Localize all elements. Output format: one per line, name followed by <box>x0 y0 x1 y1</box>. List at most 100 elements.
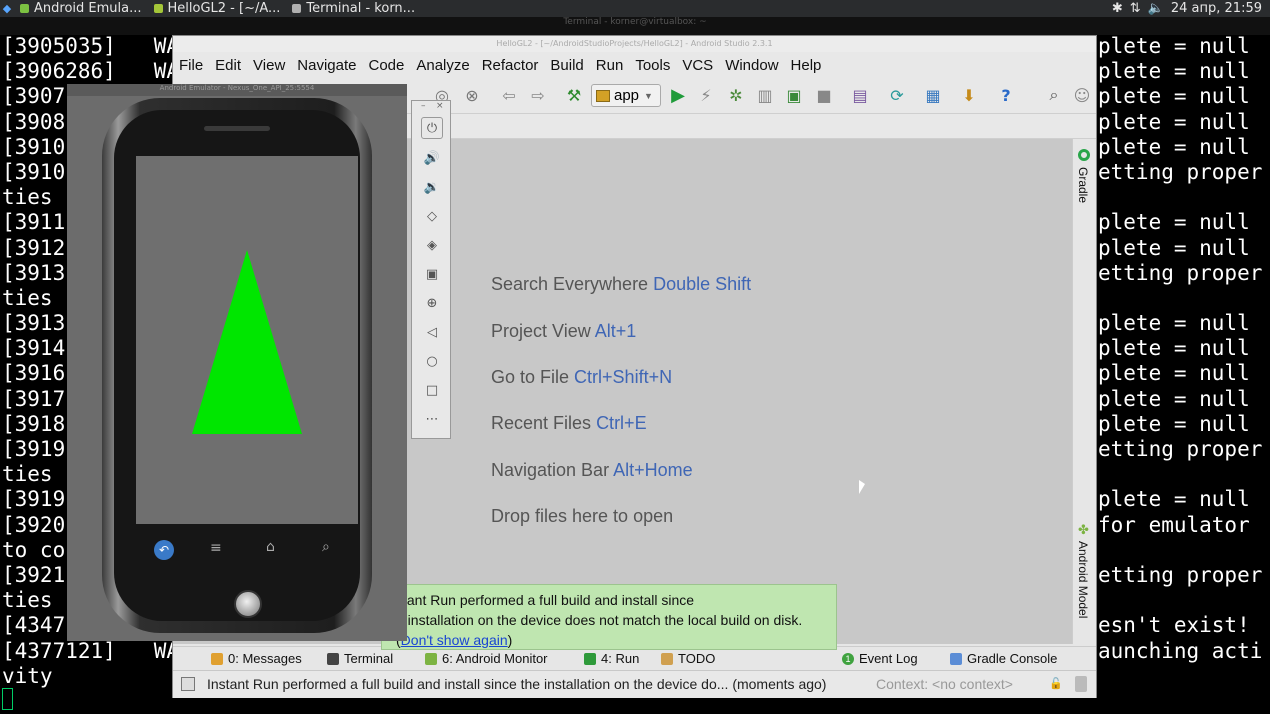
help-icon[interactable]: ? <box>995 84 1017 106</box>
menu-analyze[interactable]: Analyze <box>410 57 475 74</box>
status-toggle-icon[interactable] <box>181 677 195 691</box>
menu-key-icon[interactable]: ≡ <box>210 540 222 556</box>
network-icon[interactable]: ⇅ <box>1130 1 1141 16</box>
rotate-right-icon[interactable]: ◈ <box>421 234 443 256</box>
android-icon <box>425 652 437 665</box>
notification-line-1: stant Run performed a full build and ins… <box>396 592 695 608</box>
debug-icon[interactable]: ✲ <box>725 84 747 106</box>
tool-event-log[interactable]: 1 Event Log <box>842 651 918 666</box>
tool-terminal[interactable]: Terminal <box>327 651 393 666</box>
volume-icon[interactable]: 🔈 <box>1148 1 1164 16</box>
android-model-tab[interactable]: Android Model <box>1076 541 1090 618</box>
run-icon[interactable]: ▶ <box>667 84 689 106</box>
gradle-tab[interactable]: Gradle <box>1076 167 1090 203</box>
clock[interactable]: 24 апр, 21:59 <box>1171 1 1262 16</box>
menu-code[interactable]: Code <box>362 57 410 74</box>
android-studio-icon <box>153 4 163 13</box>
tool-todo[interactable]: TODO <box>661 651 715 666</box>
menu-run[interactable]: Run <box>590 57 630 74</box>
tool-gradle-console[interactable]: Gradle Console <box>950 651 1057 666</box>
dont-show-again-link[interactable]: Don't show again <box>401 632 508 648</box>
terminal-line-right: plete = null <box>1098 361 1250 386</box>
run-config-select[interactable]: app ▼ <box>591 84 661 107</box>
speaker-grille <box>204 126 270 131</box>
home-icon[interactable]: ○ <box>421 350 443 372</box>
menu-file[interactable]: File <box>173 57 209 74</box>
terminal-title: Terminal - korner@virtualbox: ~ <box>0 17 1270 35</box>
back-arrow-icon[interactable]: ⇦ <box>498 84 520 106</box>
more-icon[interactable]: ⋯ <box>421 408 443 430</box>
back-icon[interactable]: ◁ <box>421 321 443 343</box>
search-key-icon[interactable]: ⌕ <box>322 539 330 555</box>
emulator-title: Android Emulator - Nexus_One_API_25:5554 <box>67 84 407 96</box>
menu-view[interactable]: View <box>247 57 291 74</box>
menu-help[interactable]: Help <box>785 57 828 74</box>
tool-android-monitor[interactable]: 6: Android Monitor <box>425 651 548 666</box>
camera-icon[interactable]: ▣ <box>421 263 443 285</box>
stop-icon[interactable]: ■ <box>813 84 835 106</box>
lock-icon[interactable]: 🔓 <box>1049 677 1063 690</box>
android-emulator-window[interactable]: Android Emulator - Nexus_One_API_25:5554… <box>67 84 407 641</box>
terminal-line-right <box>1098 664 1262 689</box>
close-icon[interactable]: × <box>436 101 444 111</box>
avd-manager-icon[interactable]: ▤ <box>849 84 871 106</box>
tool-messages[interactable]: 0: Messages <box>211 651 302 666</box>
menu-tools[interactable]: Tools <box>629 57 676 74</box>
terminal-line: [4377121] WA <box>2 638 180 663</box>
user-icon[interactable]: ☺ <box>1071 84 1093 106</box>
phone-frame: ↶ ≡ ⌂ ⌕ <box>102 98 372 633</box>
tool-run[interactable]: 4: Run <box>584 651 639 666</box>
task-studio[interactable]: HelloGL2 - [~/A... <box>148 0 287 17</box>
menu-window[interactable]: Window <box>719 57 784 74</box>
forward-arrow-icon[interactable]: ⇨ <box>527 84 549 106</box>
find-icon[interactable]: ⊗ <box>461 84 483 106</box>
event-log-icon: 1 <box>842 652 854 665</box>
terminal-line: vity <box>2 663 53 688</box>
android-emulator-icon <box>20 4 29 13</box>
terminal-line-right <box>1098 286 1262 311</box>
trackball-button[interactable] <box>234 590 262 618</box>
zoom-icon[interactable]: ⊕ <box>421 292 443 314</box>
terminal-line-right: etting proper <box>1098 159 1263 184</box>
attach-debugger-icon[interactable]: ▣ <box>783 84 805 106</box>
sdk-manager-icon[interactable]: ⬇ <box>958 84 980 106</box>
volume-up-icon[interactable]: 🔊 <box>421 147 443 169</box>
menu-vcs[interactable]: VCS <box>676 57 719 74</box>
menu-refactor[interactable]: Refactor <box>476 57 545 74</box>
mouse-cursor <box>859 480 865 494</box>
terminal-line-right: plete = null <box>1098 336 1250 361</box>
project-structure-icon[interactable]: ▦ <box>922 84 944 106</box>
menu-navigate[interactable]: Navigate <box>291 57 362 74</box>
device-nav-keys: ↶ ≡ ⌂ ⌕ <box>136 534 358 568</box>
notification-close-paren: ) <box>507 632 513 648</box>
volume-down-icon[interactable]: 🔉 <box>421 176 443 198</box>
terminal-line-right <box>1098 588 1262 613</box>
menu-icon[interactable]: ◆ <box>0 0 14 17</box>
run-tool-icon <box>584 652 596 665</box>
bluetooth-icon[interactable]: ✱ <box>1112 1 1123 16</box>
back-key-icon[interactable]: ↶ <box>154 540 174 560</box>
terminal-icon <box>327 652 339 665</box>
power-icon[interactable]: ⏻ <box>421 117 443 139</box>
gradle-sync-icon[interactable]: ⟳ <box>886 84 908 106</box>
terminal-line-right: plete = null <box>1098 210 1250 235</box>
search-icon[interactable]: ⌕ <box>1043 84 1065 106</box>
task-emulator[interactable]: Android Emula... <box>14 0 148 17</box>
profile-icon[interactable]: ▥ <box>754 84 776 106</box>
task-terminal[interactable]: Terminal - korn... <box>286 0 421 17</box>
terminal-line-right: esn't exist! <box>1098 613 1250 638</box>
instant-run-icon[interactable]: ⚡ <box>695 84 717 106</box>
instant-run-notification: stant Run performed a full build and ins… <box>381 584 837 650</box>
rotate-left-icon[interactable]: ◇ <box>421 205 443 227</box>
minimize-icon[interactable]: – <box>421 101 426 111</box>
terminal-line: [3905035] WA <box>2 34 180 58</box>
terminal-line-right: plete = null <box>1098 34 1250 58</box>
memory-icon[interactable] <box>1075 676 1087 692</box>
status-message[interactable]: Instant Run performed a full build and i… <box>207 676 826 692</box>
menu-edit[interactable]: Edit <box>209 57 247 74</box>
device-screen[interactable] <box>136 156 358 524</box>
home-key-icon[interactable]: ⌂ <box>266 539 275 555</box>
make-project-icon[interactable]: ⚒ <box>563 84 585 106</box>
menu-build[interactable]: Build <box>544 57 589 74</box>
overview-icon[interactable]: □ <box>421 379 443 401</box>
